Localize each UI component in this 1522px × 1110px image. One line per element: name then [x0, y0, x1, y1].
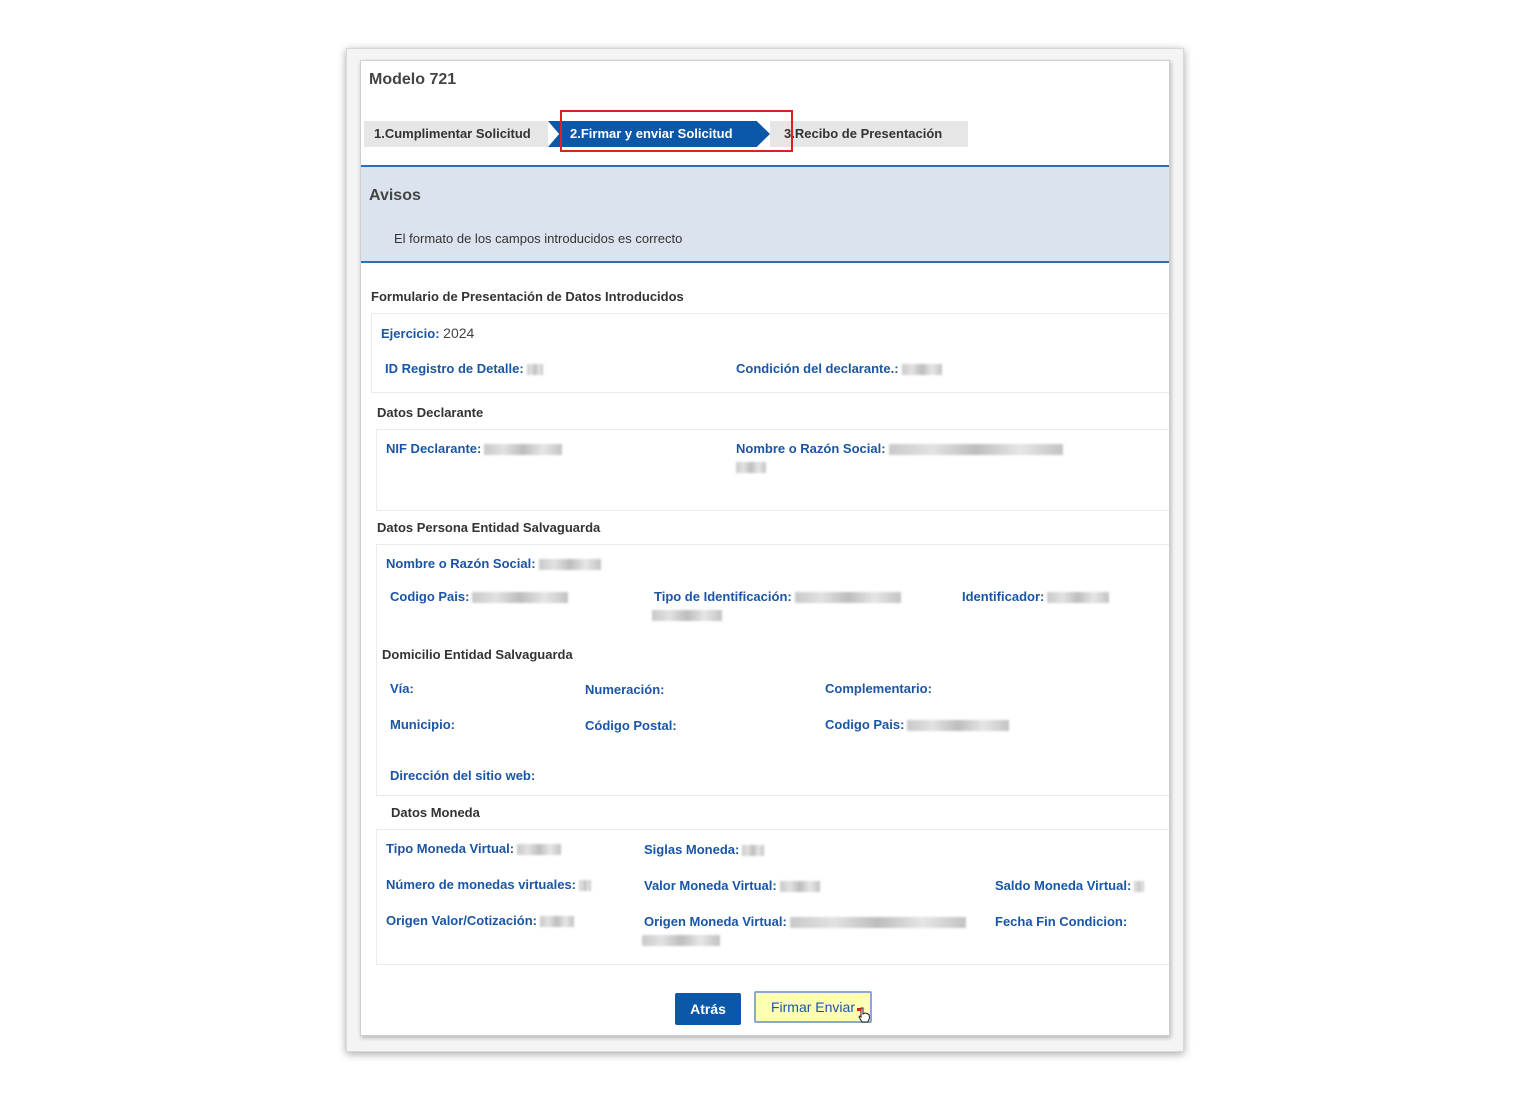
codigo-pais-persona-label: Codigo Pais: [390, 589, 470, 604]
numero-monedas-label: Número de monedas virtuales: [386, 877, 576, 892]
firmar-enviar-button[interactable]: Firmar Enviar [754, 991, 872, 1023]
nif-field: NIF Declarante: [386, 441, 563, 456]
redacted-value [642, 935, 720, 947]
codigo-pais-persona-field: Codigo Pais: [390, 589, 569, 604]
nombre-declarante-overflow [736, 459, 766, 477]
step-recibo[interactable]: 3.Recibo de Presentación [770, 121, 968, 147]
hand-cursor-icon [857, 1007, 871, 1023]
ejercicio-box [371, 313, 1169, 393]
condicion-field: Condición del declarante.: [736, 361, 942, 376]
municipio-field: Municipio: [390, 717, 455, 732]
id-registro-field: ID Registro de Detalle: [385, 361, 543, 376]
origen-moneda-overflow [642, 932, 720, 950]
redacted-value [652, 610, 722, 622]
saldo-moneda-field: Saldo Moneda Virtual: [995, 878, 1145, 893]
avisos-banner: Avisos El formato de los campos introduc… [361, 165, 1169, 263]
condicion-label: Condición del declarante.: [736, 361, 899, 376]
tipo-identificacion-overflow [652, 607, 722, 625]
active-step-highlight [560, 110, 793, 152]
siglas-moneda-field: Siglas Moneda: [644, 842, 765, 857]
origen-valor-field: Origen Valor/Cotización: [386, 913, 574, 928]
redacted-value [538, 559, 601, 571]
identificador-label: Identificador: [962, 589, 1045, 604]
redacted-value [794, 592, 901, 604]
redacted-value [1047, 592, 1110, 604]
complementario-field: Complementario: [825, 681, 932, 696]
saldo-moneda-label: Saldo Moneda Virtual: [995, 878, 1132, 893]
siglas-moneda-label: Siglas Moneda: [644, 842, 740, 857]
nombre-declarante-field: Nombre o Razón Social: [736, 441, 1063, 456]
tipo-identificacion-label: Tipo de Identificación: [654, 589, 792, 604]
fecha-fin-field: Fecha Fin Condicion: [995, 914, 1128, 929]
codigo-postal-field: Código Postal: [585, 718, 677, 733]
origen-moneda-label: Origen Moneda Virtual: [644, 914, 787, 929]
avisos-message: El formato de los campos introducidos es… [394, 231, 683, 246]
datos-moneda-heading: Datos Moneda [391, 805, 480, 820]
datos-persona-box [376, 544, 1169, 796]
step-cumplimentar[interactable]: 1.Cumplimentar Solicitud [364, 121, 548, 147]
redacted-value [901, 364, 942, 376]
redacted-value [539, 916, 574, 928]
codigo-pais-domicilio-field: Codigo Pais: [825, 717, 1010, 732]
ejercicio-label: Ejercicio: [381, 326, 440, 341]
redacted-value [789, 917, 966, 929]
redacted-value [907, 720, 1010, 732]
redacted-value [888, 444, 1063, 456]
valor-moneda-label: Valor Moneda Virtual: [644, 878, 777, 893]
nombre-persona-field: Nombre o Razón Social: [386, 556, 601, 571]
nif-label: NIF Declarante: [386, 441, 482, 456]
web-field: Dirección del sitio web: [390, 768, 536, 783]
origen-valor-label: Origen Valor/Cotización: [386, 913, 537, 928]
redacted-value [579, 880, 591, 892]
ejercicio-value: 2024 [443, 325, 475, 341]
tipo-moneda-label: Tipo Moneda Virtual: [386, 841, 515, 856]
redacted-value [736, 462, 766, 474]
via-field: Vía: [390, 681, 414, 696]
datos-declarante-heading: Datos Declarante [377, 405, 484, 420]
tipo-identificacion-field: Tipo de Identificación: [654, 589, 901, 604]
tipo-moneda-field: Tipo Moneda Virtual: [386, 841, 562, 856]
redacted-value [484, 444, 563, 456]
redacted-value [1134, 881, 1145, 893]
origen-moneda-field: Origen Moneda Virtual: [644, 914, 966, 929]
avisos-title: Avisos [369, 187, 421, 204]
redacted-value [742, 845, 765, 857]
redacted-value [517, 844, 562, 856]
valor-moneda-field: Valor Moneda Virtual: [644, 878, 820, 893]
redacted-value [779, 881, 820, 893]
modelo-721-panel: Modelo 721 1.Cumplimentar Solicitud 2.Fi… [360, 60, 1170, 1036]
id-registro-label: ID Registro de Detalle: [385, 361, 524, 376]
identificador-field: Identificador: [962, 589, 1110, 604]
redacted-value [526, 364, 543, 376]
nombre-declarante-label: Nombre o Razón Social: [736, 441, 886, 456]
back-button[interactable]: Atrás [675, 993, 741, 1025]
domicilio-heading: Domicilio Entidad Salvaguarda [382, 647, 573, 662]
codigo-pais-domicilio-label: Codigo Pais: [825, 717, 905, 732]
page-title: Modelo 721 [369, 71, 457, 88]
redacted-value [472, 592, 569, 604]
numero-monedas-field: Número de monedas virtuales: [386, 877, 591, 892]
form-heading: Formulario de Presentación de Datos Intr… [371, 289, 684, 304]
nombre-persona-label: Nombre o Razón Social: [386, 556, 536, 571]
numeracion-field: Numeración: [585, 682, 665, 697]
ejercicio-field: Ejercicio: 2024 [381, 325, 474, 341]
datos-persona-heading: Datos Persona Entidad Salvaguarda [377, 520, 601, 535]
